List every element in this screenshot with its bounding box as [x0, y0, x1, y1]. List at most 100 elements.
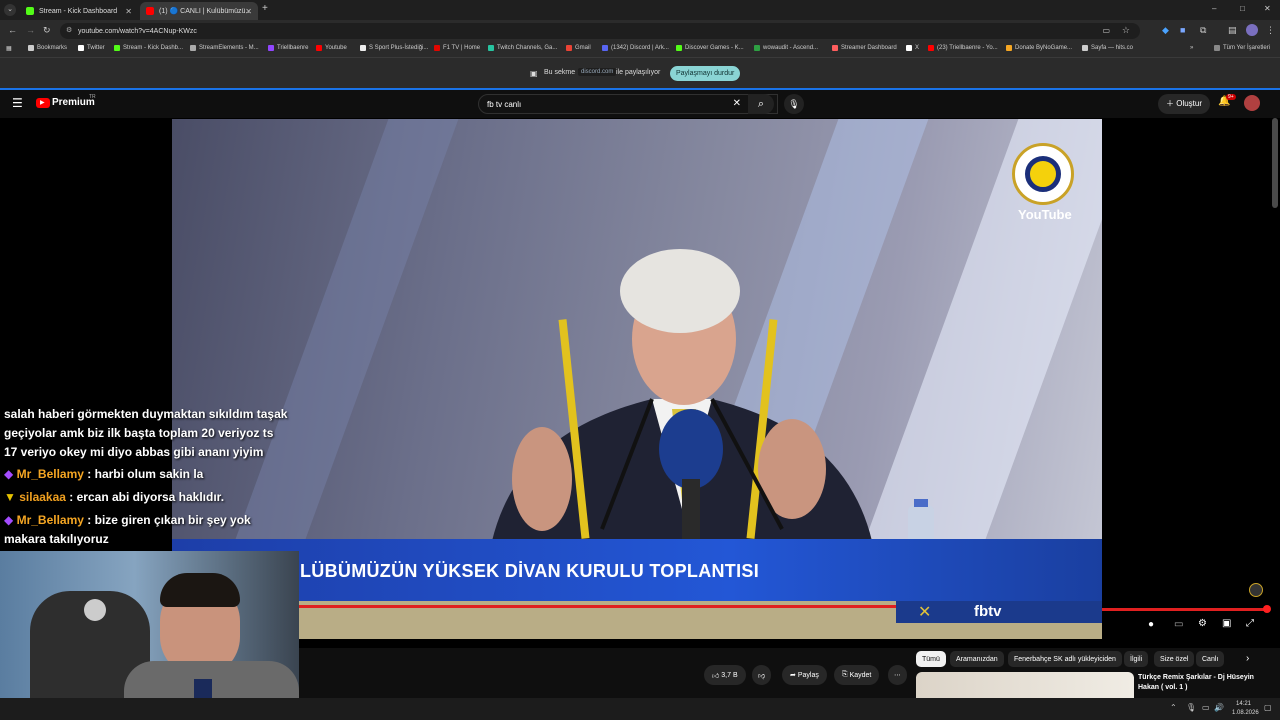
bookmarks-overflow-icon[interactable]: » — [1190, 45, 1193, 51]
bookmark-item[interactable]: StreamElements - M... — [190, 45, 259, 51]
menu-icon[interactable]: ⋮ — [1266, 25, 1275, 36]
new-tab-button[interactable]: + — [262, 3, 268, 14]
share-button[interactable]: ➦ Paylaş — [782, 665, 827, 685]
f1-icon — [434, 45, 440, 51]
like-button[interactable]: 👍︎ 3,7 B — [704, 665, 746, 685]
microphone-icon[interactable]: 🎙 — [784, 94, 804, 114]
bookmark-item[interactable]: Triellbaenre — [268, 45, 308, 51]
forward-icon[interactable]: → — [26, 25, 35, 35]
close-tab-icon[interactable]: ✕ — [245, 7, 252, 16]
video-player[interactable]: YouTube LÜBÜMÜZÜN YÜKSEK DİVAN KURULU TO… — [172, 119, 1102, 639]
save-button[interactable]: ⎘ Kaydet — [834, 665, 880, 685]
maximize-button[interactable]: □ — [1240, 4, 1245, 13]
close-window-button[interactable]: ✕ — [1264, 4, 1271, 13]
bookmark-item[interactable]: Sayfa — hits.co — [1082, 45, 1133, 51]
bookmark-item[interactable]: S Sport Plus-İstediği... — [360, 45, 428, 51]
bookmark-item[interactable]: Youtube — [316, 45, 347, 51]
tab-search-icon[interactable]: ⌄ — [4, 4, 16, 16]
site-info-icon[interactable]: ⚙ — [66, 26, 72, 34]
tab-youtube-live[interactable]: (1) 🔵 CANLI | Kulübümüzü... ✕ — [140, 2, 258, 20]
autoplay-toggle-icon[interactable]: ● — [1148, 619, 1154, 630]
play-triangle-icon: ▶ — [40, 100, 45, 106]
chip-for-you[interactable]: Size özel — [1154, 651, 1195, 667]
extension-icon-2[interactable]: ■ — [1180, 25, 1185, 35]
bookmark-item[interactable]: wowaudit - Ascend... — [754, 45, 818, 51]
back-icon[interactable]: ← — [8, 25, 17, 35]
diamond-badge-icon: ◆ — [4, 467, 14, 481]
settings-gear-icon[interactable]: ⚙ — [1198, 618, 1207, 629]
clock-time[interactable]: 14:21 — [1236, 701, 1251, 707]
star-icon — [28, 45, 34, 51]
x-close-mark-icon: ✕ — [918, 604, 932, 621]
progress-bar-extension[interactable] — [1102, 608, 1268, 611]
subtitles-icon[interactable]: ▭ — [1174, 619, 1183, 630]
bookmark-item[interactable]: Donate ByNoGame... — [1006, 45, 1072, 51]
stop-sharing-button[interactable]: Paylaşmayı durdur — [670, 66, 741, 81]
chat-message: salah haberi görmekten duymaktan sıkıldı… — [4, 407, 288, 421]
bookmark-star-icon[interactable]: ☆ — [1122, 25, 1130, 36]
bookmark-item[interactable]: Stream - Kick Dashb... — [114, 45, 183, 51]
kick-icon — [26, 7, 34, 15]
clear-search-icon[interactable]: ✕ — [733, 98, 741, 109]
bookmark-item[interactable]: Twitch Channels, Ga... — [488, 45, 557, 51]
chat-message: 17 veriyo okey mi diyo abbas gibi ananı … — [4, 445, 264, 459]
minimize-button[interactable]: – — [1212, 4, 1216, 13]
hamburger-menu-icon[interactable]: ☰ — [12, 96, 23, 110]
tab-kick-dashboard[interactable]: Stream - Kick Dashboard ✕ — [20, 2, 138, 20]
apps-icon[interactable]: ▦ — [6, 45, 12, 52]
chat-message: geçiyolar amk biz ilk başta toplam 20 ve… — [4, 426, 274, 440]
close-tab-icon[interactable]: ✕ — [125, 7, 132, 16]
chat-username: Mr_Bellamy — [16, 467, 84, 481]
tray-chevron-icon[interactable]: ⌃ — [1170, 703, 1177, 712]
search-input[interactable]: fb tv canlı ✕ — [478, 94, 778, 114]
user-avatar[interactable] — [1244, 95, 1260, 111]
chips-next-icon[interactable]: › — [1246, 653, 1249, 664]
progress-scrubber[interactable] — [1263, 605, 1271, 613]
bookmark-item[interactable]: (23) Triellbaenre - Yo... — [928, 45, 998, 51]
tray-volume-icon[interactable]: 🔊 — [1214, 703, 1224, 712]
extension-icon[interactable]: ◆ — [1162, 25, 1169, 36]
chip-all[interactable]: Tümü — [916, 651, 946, 667]
fullscreen-icon[interactable]: ⤢ — [1246, 618, 1254, 629]
cast-icon[interactable]: ▭ — [1102, 26, 1110, 35]
streamelements-icon — [190, 45, 196, 51]
all-bookmarks[interactable]: Tüm Yer İşaretleri — [1214, 45, 1270, 51]
bookmark-item[interactable]: X — [906, 45, 919, 51]
twitchtracker-icon — [488, 45, 494, 51]
chip-live[interactable]: Canlı — [1196, 651, 1225, 667]
bookmark-item[interactable]: Discover Games - K... — [676, 45, 744, 51]
create-button[interactable]: ＋ Oluştur — [1158, 94, 1211, 114]
chip-related[interactable]: İlgili — [1124, 651, 1149, 667]
sidebar-icon[interactable]: ▤ — [1228, 25, 1237, 36]
bookmark-item[interactable]: (1342) Discord | Ark... — [602, 45, 669, 51]
clock-date[interactable]: 1.08.2026 — [1232, 710, 1259, 716]
banner-title: LÜBÜMÜZÜN YÜKSEK DİVAN KURULU TOPLANTISI — [300, 561, 760, 581]
bookmark-item[interactable]: F1 TV | Home — [434, 45, 480, 51]
bookmark-item[interactable]: Streamer Dashboard — [832, 45, 897, 51]
address-bar[interactable]: ⚙ youtube.com/watch?v=4ACNup-KWzc ▭ ☆ — [60, 23, 1140, 39]
dislike-button[interactable]: 👎︎ — [752, 665, 772, 685]
miniplayer-icon[interactable]: ▣ — [1222, 618, 1231, 629]
notification-center-icon[interactable]: ▢ — [1264, 703, 1272, 712]
bookmark-item[interactable]: Bookmarks — [28, 45, 67, 51]
bookmark-item[interactable]: Gmail — [566, 45, 591, 51]
recommendation-title[interactable]: Türkçe Remix Şarkılar - Dj Hüseyin Hakan… — [1138, 673, 1268, 693]
bookmark-item[interactable]: Twitter — [78, 45, 105, 51]
chip-from-search[interactable]: Aramanızdan — [950, 651, 1004, 667]
profile-avatar[interactable] — [1246, 24, 1258, 36]
more-actions-button[interactable]: ⋯ — [888, 665, 907, 685]
x-icon — [906, 45, 912, 51]
water-bottle — [908, 499, 934, 543]
chip-uploader[interactable]: Fenerbahçe SK adlı yükleyiciden — [1008, 651, 1122, 667]
reload-icon[interactable]: ↻ — [43, 25, 51, 36]
recommendation-thumbnail[interactable] — [916, 672, 1134, 698]
search-icon[interactable]: ⌕ — [748, 94, 774, 114]
tray-mic-icon[interactable]: 🎙 — [1186, 703, 1196, 712]
channel-watermark-icon[interactable] — [1249, 583, 1263, 597]
x-icon — [78, 45, 84, 51]
tray-network-icon[interactable]: ▭ — [1202, 703, 1210, 712]
page-scrollbar[interactable] — [1272, 118, 1278, 208]
tab-label: (1) 🔵 CANLI | Kulübümüzü... — [159, 8, 252, 15]
tab-label: Stream - Kick Dashboard — [39, 7, 118, 15]
extensions-puzzle-icon[interactable]: ⧉ — [1200, 25, 1206, 36]
